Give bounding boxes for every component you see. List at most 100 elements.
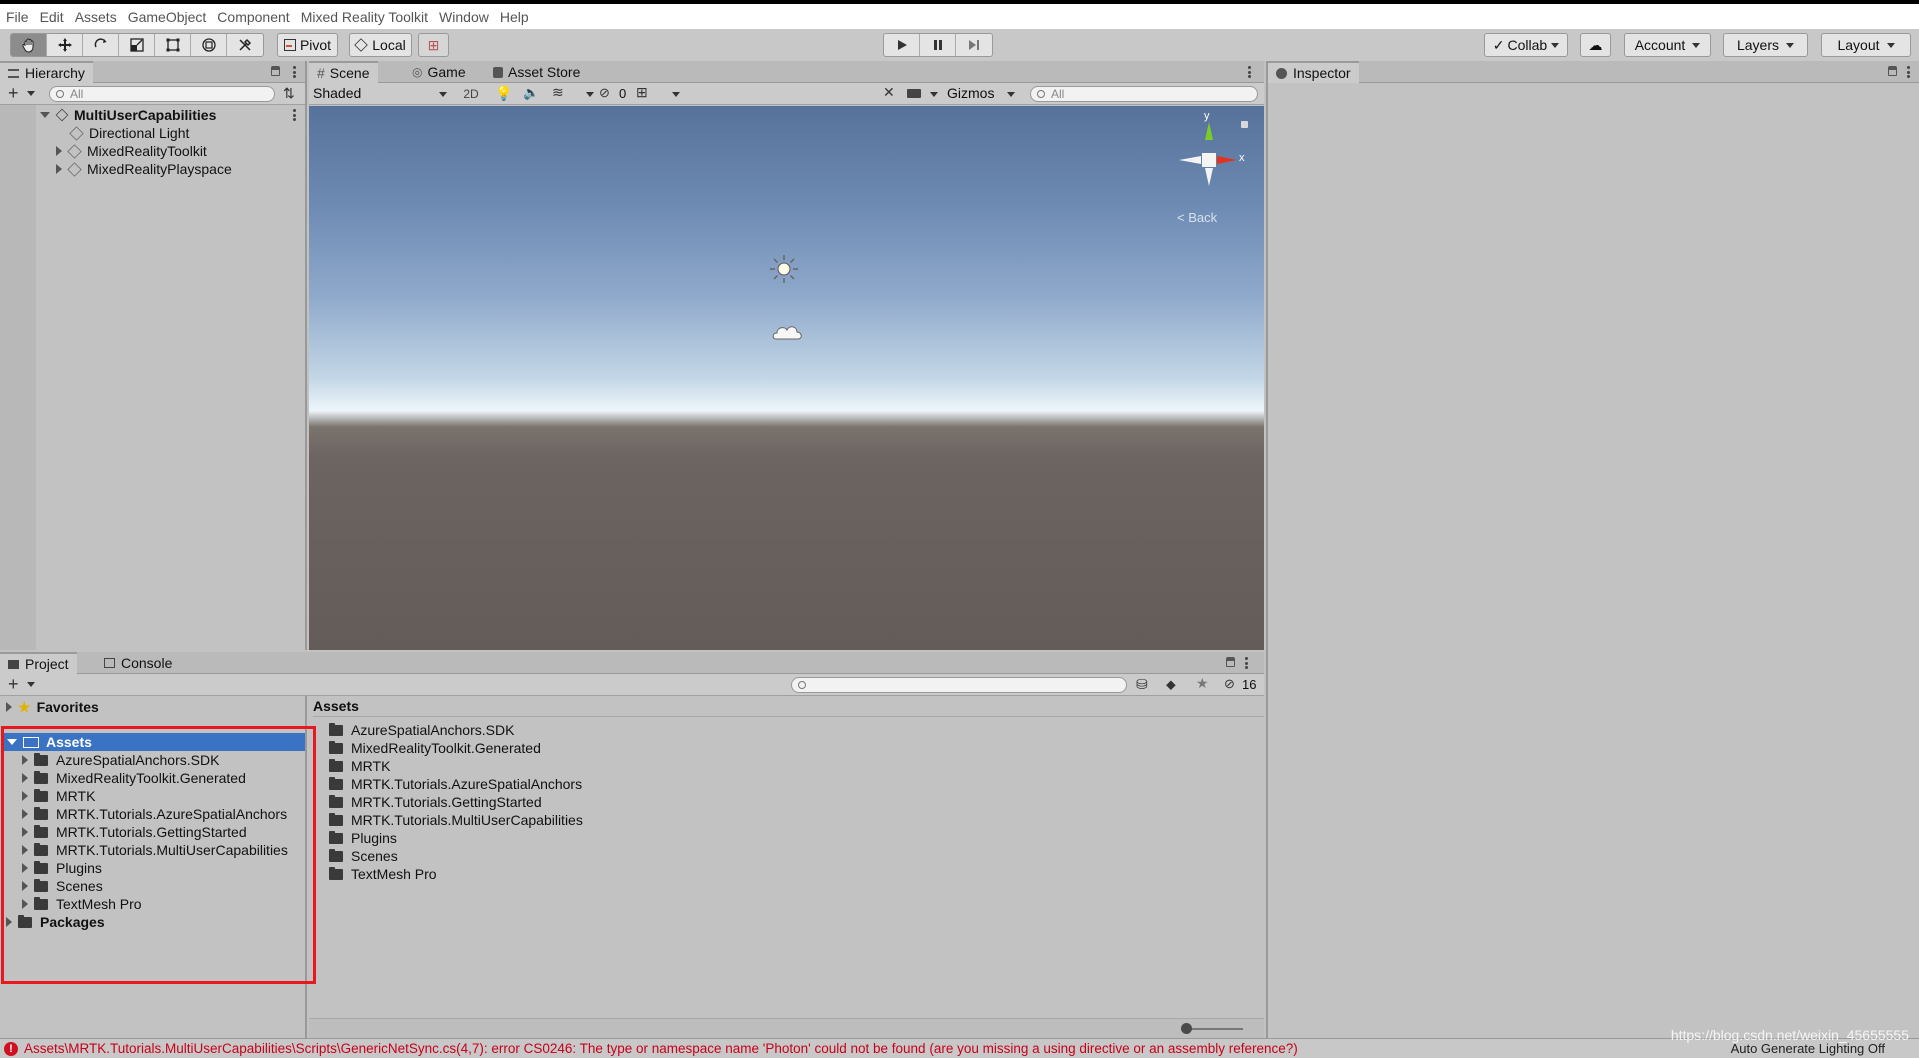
scene-visibility-icon[interactable]: ⊘ [599, 85, 610, 101]
lock-icon[interactable] [271, 66, 280, 76]
tab-console[interactable]: Console [96, 652, 180, 674]
hand-tool-icon[interactable] [11, 34, 47, 56]
toggle-2d-button[interactable]: 2D [457, 85, 485, 103]
search-by-label-icon[interactable]: ⬥ [1166, 676, 1176, 693]
play-icon[interactable] [884, 34, 920, 56]
effects-layers-icon[interactable]: ≋ [552, 84, 564, 101]
menu-window[interactable]: Window [439, 9, 489, 25]
lock-icon[interactable] [1226, 657, 1235, 667]
shading-mode-dropdown[interactable]: Shaded [313, 85, 451, 103]
move-tool-icon[interactable] [47, 34, 83, 56]
hidden-objects-count: 0 [619, 86, 627, 101]
menu-gameobject[interactable]: GameObject [128, 9, 207, 25]
hidden-packages-icon[interactable]: ⊘ [1224, 676, 1235, 692]
icon-size-slider[interactable] [1181, 1023, 1243, 1034]
pivot-toggle-button[interactable]: Pivot [277, 33, 338, 57]
gizmo-lock-icon[interactable] [1241, 121, 1248, 128]
tab-project[interactable]: Project [0, 652, 77, 674]
menu-edit[interactable]: Edit [40, 9, 64, 25]
audio-speaker-icon[interactable]: 🔈 [523, 85, 539, 101]
content-folder-item[interactable]: MRTK.Tutorials.AzureSpatialAnchors [329, 775, 582, 793]
unity-scene-icon [55, 108, 69, 122]
pause-icon[interactable] [920, 34, 956, 56]
chevron-down-icon[interactable] [27, 91, 35, 96]
expand-arrow-icon[interactable] [6, 702, 12, 712]
expand-arrow-icon[interactable] [56, 164, 62, 174]
content-folder-item[interactable]: TextMesh Pro [329, 865, 437, 883]
content-folder-item[interactable]: Plugins [329, 829, 397, 847]
tab-inspector[interactable]: Inspector [1268, 61, 1359, 83]
local-toggle-button[interactable]: Local [349, 33, 412, 57]
custom-tool-icon[interactable] [227, 34, 263, 56]
scene-options-icon[interactable] [292, 109, 296, 121]
tab-game[interactable]: ◎ Game [404, 61, 474, 83]
collab-dropdown[interactable]: ✓ Collab [1484, 33, 1568, 57]
chevron-down-icon[interactable] [930, 92, 938, 97]
snap-increment-button[interactable]: ⊞ [418, 33, 449, 57]
gizmos-dropdown[interactable]: Gizmos [947, 85, 1015, 103]
menu-file[interactable]: File [6, 9, 29, 25]
search-by-type-icon[interactable]: ⛁ [1136, 676, 1148, 693]
expand-arrow-icon[interactable] [56, 146, 62, 156]
content-folder-item[interactable]: MRTK [329, 757, 390, 775]
transform-tool-icon[interactable] [191, 34, 227, 56]
menu-help[interactable]: Help [500, 9, 529, 25]
content-folder-item[interactable]: MRTK.Tutorials.MultiUserCapabilities [329, 811, 583, 829]
lighting-bulb-icon[interactable]: 💡 [495, 85, 512, 102]
content-folder-item[interactable]: Scenes [329, 847, 398, 865]
rect-tool-icon[interactable] [155, 34, 191, 56]
lock-icon[interactable] [1888, 66, 1897, 76]
grid-toggle-icon[interactable]: ⊞ [636, 84, 648, 101]
more-options-icon[interactable] [1247, 66, 1251, 78]
content-folder-item[interactable]: AzureSpatialAnchors.SDK [329, 721, 514, 739]
more-options-icon[interactable] [1244, 657, 1248, 669]
project-search-input[interactable] [791, 677, 1127, 693]
hierarchy-item[interactable]: Directional Light [69, 124, 189, 142]
create-plus-icon[interactable]: + [8, 674, 19, 694]
hierarchy-item[interactable]: MixedRealityPlayspace [56, 160, 232, 178]
tab-scene[interactable]: # Scene [309, 61, 378, 83]
menu-mixed-reality-toolkit[interactable]: Mixed Reality Toolkit [301, 9, 428, 25]
menu-component[interactable]: Component [217, 9, 289, 25]
camera-icon[interactable] [907, 89, 921, 98]
sort-icon[interactable]: ⇅ [283, 85, 295, 102]
collapse-arrow-icon[interactable] [40, 112, 50, 118]
more-options-icon[interactable] [1906, 66, 1910, 78]
scene-search-input[interactable]: All [1030, 86, 1258, 102]
chevron-down-icon[interactable] [27, 682, 35, 687]
create-plus-icon[interactable]: + [8, 83, 19, 103]
content-folder-item[interactable]: MixedRealityToolkit.Generated [329, 739, 541, 757]
tab-hierarchy[interactable]: Hierarchy [0, 61, 93, 83]
cloud-button[interactable]: ☁ [1580, 33, 1611, 57]
tools-wrench-icon[interactable]: ✕ [883, 84, 895, 101]
chevron-down-icon[interactable] [586, 92, 594, 97]
content-folder-item[interactable]: MRTK.Tutorials.GettingStarted [329, 793, 542, 811]
gameobject-icon [67, 161, 82, 177]
menu-assets[interactable]: Assets [75, 9, 117, 25]
cloud-icon: ☁ [1588, 36, 1603, 53]
rotate-tool-icon[interactable] [83, 34, 119, 56]
layers-dropdown[interactable]: Layers [1723, 33, 1808, 57]
tab-asset-store[interactable]: Asset Store [485, 61, 588, 83]
folder-label: MixedRealityToolkit.Generated [351, 740, 541, 756]
hierarchy-search-input[interactable]: All [49, 86, 275, 102]
breadcrumb-assets[interactable]: Assets [313, 698, 359, 714]
scene-row[interactable]: MultiUserCapabilities [40, 106, 303, 124]
error-message[interactable]: Assets\MRTK.Tutorials.MultiUserCapabilit… [24, 1041, 1298, 1056]
account-dropdown[interactable]: Account [1624, 33, 1711, 57]
more-options-icon[interactable] [292, 66, 296, 78]
hierarchy-item[interactable]: MixedRealityToolkit [56, 142, 207, 160]
scene-viewport[interactable]: y x < Back [309, 106, 1264, 650]
chevron-down-icon[interactable] [672, 92, 680, 97]
step-icon[interactable] [956, 34, 992, 56]
inspector-tabbar: Inspector [1268, 61, 1919, 83]
orientation-gizmo[interactable]: y x [1169, 110, 1249, 200]
list-icon [8, 68, 19, 78]
scale-tool-icon[interactable] [119, 34, 155, 56]
slider-thumb[interactable] [1181, 1023, 1192, 1034]
layout-dropdown[interactable]: Layout [1821, 33, 1911, 57]
folder-label: MRTK.Tutorials.GettingStarted [351, 794, 542, 810]
favorite-star-icon[interactable]: ★ [1196, 675, 1209, 692]
favorites-row[interactable]: ★ Favorites [6, 698, 99, 716]
tab-hierarchy-label: Hierarchy [25, 65, 85, 81]
